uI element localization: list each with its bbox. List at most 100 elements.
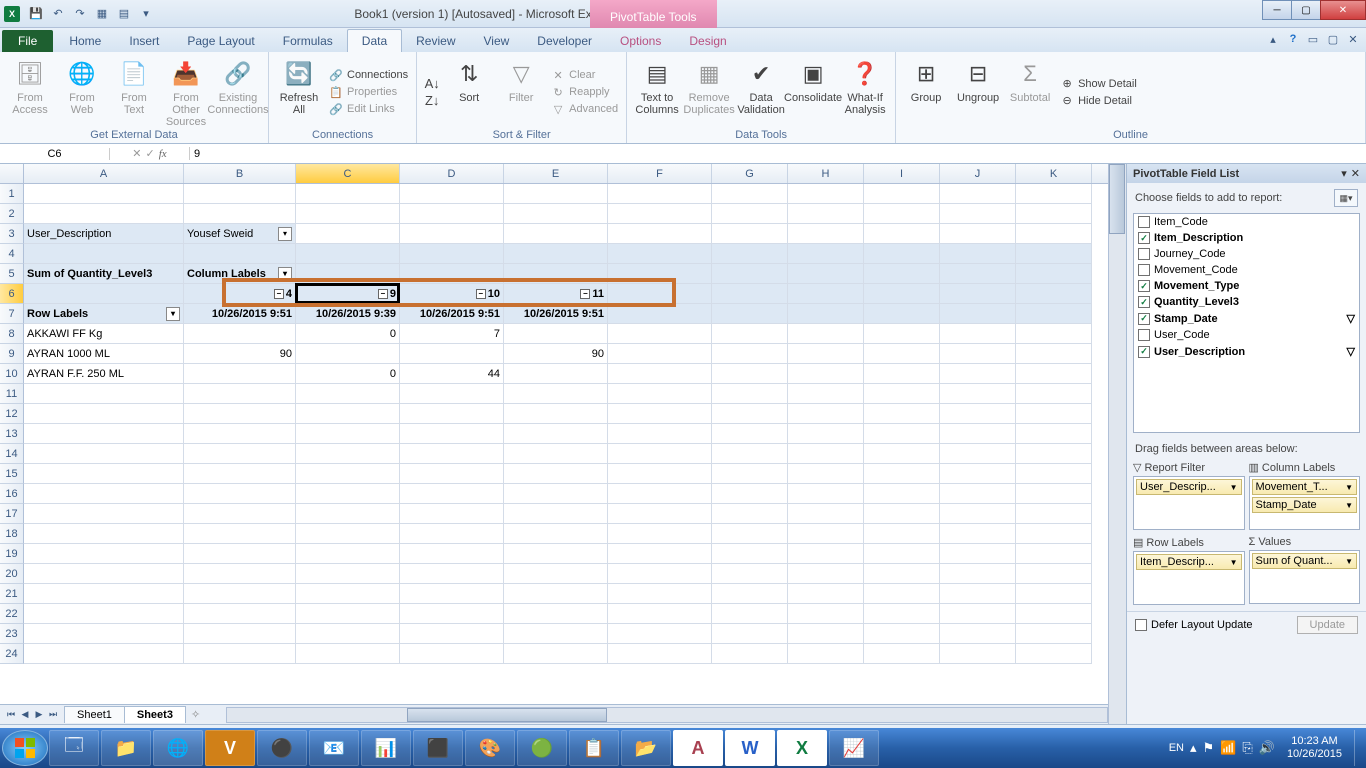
row-header[interactable]: 4	[0, 244, 24, 264]
cell[interactable]	[400, 604, 504, 624]
cell[interactable]	[788, 204, 864, 224]
tray-clock[interactable]: 10:23 AM10/26/2015	[1281, 735, 1348, 761]
subtotal-button[interactable]: ΣSubtotal	[1006, 56, 1054, 128]
cell[interactable]	[608, 624, 712, 644]
update-button[interactable]: Update	[1297, 616, 1358, 634]
cell[interactable]	[1016, 484, 1092, 504]
ungroup-button[interactable]: ⊟Ungroup	[954, 56, 1002, 128]
show-desktop-button[interactable]	[1354, 730, 1362, 766]
taskbar-item[interactable]: W	[725, 730, 775, 766]
cell[interactable]	[864, 184, 940, 204]
taskbar-item[interactable]: A	[673, 730, 723, 766]
filter-icon[interactable]: ▽	[1347, 312, 1355, 325]
cell[interactable]	[184, 364, 296, 384]
cell[interactable]	[1016, 364, 1092, 384]
cell[interactable]	[24, 404, 184, 424]
collapse-icon[interactable]: −	[580, 289, 590, 299]
cell[interactable]	[24, 644, 184, 664]
cell[interactable]	[608, 524, 712, 544]
tray-up-icon[interactable]: ▴	[1190, 740, 1197, 756]
cell[interactable]	[712, 564, 788, 584]
cell[interactable]	[400, 404, 504, 424]
cell[interactable]	[24, 384, 184, 404]
maximize-button[interactable]: ▢	[1291, 0, 1321, 20]
refresh-all-button[interactable]: 🔄Refresh All	[275, 56, 323, 128]
cell[interactable]	[1016, 204, 1092, 224]
filter-dropdown-icon[interactable]: ▾	[278, 267, 292, 281]
cell[interactable]	[296, 244, 400, 264]
cell[interactable]: 10/26/2015 9:51	[184, 304, 296, 324]
taskbar-item[interactable]: ⬛	[413, 730, 463, 766]
cell[interactable]	[940, 444, 1016, 464]
cell[interactable]	[1016, 304, 1092, 324]
cell[interactable]	[608, 444, 712, 464]
cell[interactable]	[864, 544, 940, 564]
row-header[interactable]: 19	[0, 544, 24, 564]
cell[interactable]: User_Description	[24, 224, 184, 244]
cell[interactable]	[1016, 404, 1092, 424]
cell[interactable]: AYRAN F.F. 250 ML	[24, 364, 184, 384]
cell[interactable]	[184, 604, 296, 624]
cell[interactable]	[184, 504, 296, 524]
cell[interactable]	[24, 464, 184, 484]
checkbox[interactable]: ✓	[1138, 296, 1150, 308]
cell[interactable]	[1016, 564, 1092, 584]
row-header[interactable]: 12	[0, 404, 24, 424]
cell[interactable]	[400, 424, 504, 444]
cell[interactable]	[400, 484, 504, 504]
row-header[interactable]: 23	[0, 624, 24, 644]
properties-button[interactable]: 📋Properties	[327, 84, 410, 100]
tab-home[interactable]: Home	[55, 30, 115, 52]
cell[interactable]	[788, 644, 864, 664]
window-restore-icon[interactable]: ▭	[1306, 32, 1320, 46]
cell[interactable]	[788, 224, 864, 244]
cell[interactable]: 0	[296, 324, 400, 344]
window-restore-icon[interactable]: ▢	[1326, 32, 1340, 46]
cell[interactable]	[788, 344, 864, 364]
cell[interactable]	[788, 484, 864, 504]
area-item[interactable]: User_Descrip...▼	[1136, 479, 1242, 495]
qat-icon[interactable]: ▦	[94, 6, 110, 22]
cell[interactable]	[184, 184, 296, 204]
from-web-button[interactable]: 🌐From Web	[58, 56, 106, 128]
cell[interactable]	[24, 544, 184, 564]
cell[interactable]	[788, 404, 864, 424]
vertical-scrollbar[interactable]	[1108, 164, 1126, 724]
cell[interactable]	[504, 204, 608, 224]
cell[interactable]	[184, 544, 296, 564]
cell[interactable]	[504, 424, 608, 444]
cell[interactable]	[940, 184, 1016, 204]
cell[interactable]: −11	[504, 284, 608, 304]
sheet-tab[interactable]: Sheet3	[124, 706, 186, 723]
cell[interactable]	[24, 504, 184, 524]
chevron-down-icon[interactable]: ▼	[1345, 501, 1353, 510]
sheet-nav-next-icon[interactable]: ▶	[32, 709, 46, 720]
cell[interactable]	[296, 264, 400, 284]
cell[interactable]	[940, 204, 1016, 224]
field-item[interactable]: User_Code	[1134, 327, 1359, 343]
taskbar-item[interactable]: V	[205, 730, 255, 766]
cell[interactable]	[788, 464, 864, 484]
tray-network-icon[interactable]: 📶	[1220, 740, 1236, 756]
cell[interactable]	[712, 404, 788, 424]
from-access-button[interactable]: 🗄From Access	[6, 56, 54, 128]
data-validation-button[interactable]: ✔Data Validation	[737, 56, 785, 128]
ribbon-minimize-icon[interactable]: ▴	[1266, 32, 1280, 46]
cell[interactable]	[608, 564, 712, 584]
column-header[interactable]: A	[24, 164, 184, 183]
cell[interactable]	[940, 604, 1016, 624]
row-header[interactable]: 16	[0, 484, 24, 504]
cell[interactable]: Sum of Quantity_Level3	[24, 264, 184, 284]
field-list[interactable]: Item_Code✓Item_DescriptionJourney_CodeMo…	[1133, 213, 1360, 433]
chevron-down-icon[interactable]: ▼	[1230, 483, 1238, 492]
row-header[interactable]: 17	[0, 504, 24, 524]
cell[interactable]	[296, 564, 400, 584]
cell[interactable]	[712, 484, 788, 504]
tray-flag-icon[interactable]: ⚑	[1203, 740, 1215, 756]
sort-az-button[interactable]: A↓	[423, 76, 441, 92]
remove-duplicates-button[interactable]: ▦Remove Duplicates	[685, 56, 733, 128]
cell[interactable]: −10	[400, 284, 504, 304]
cell[interactable]	[608, 364, 712, 384]
row-header[interactable]: 5	[0, 264, 24, 284]
cell[interactable]	[504, 604, 608, 624]
